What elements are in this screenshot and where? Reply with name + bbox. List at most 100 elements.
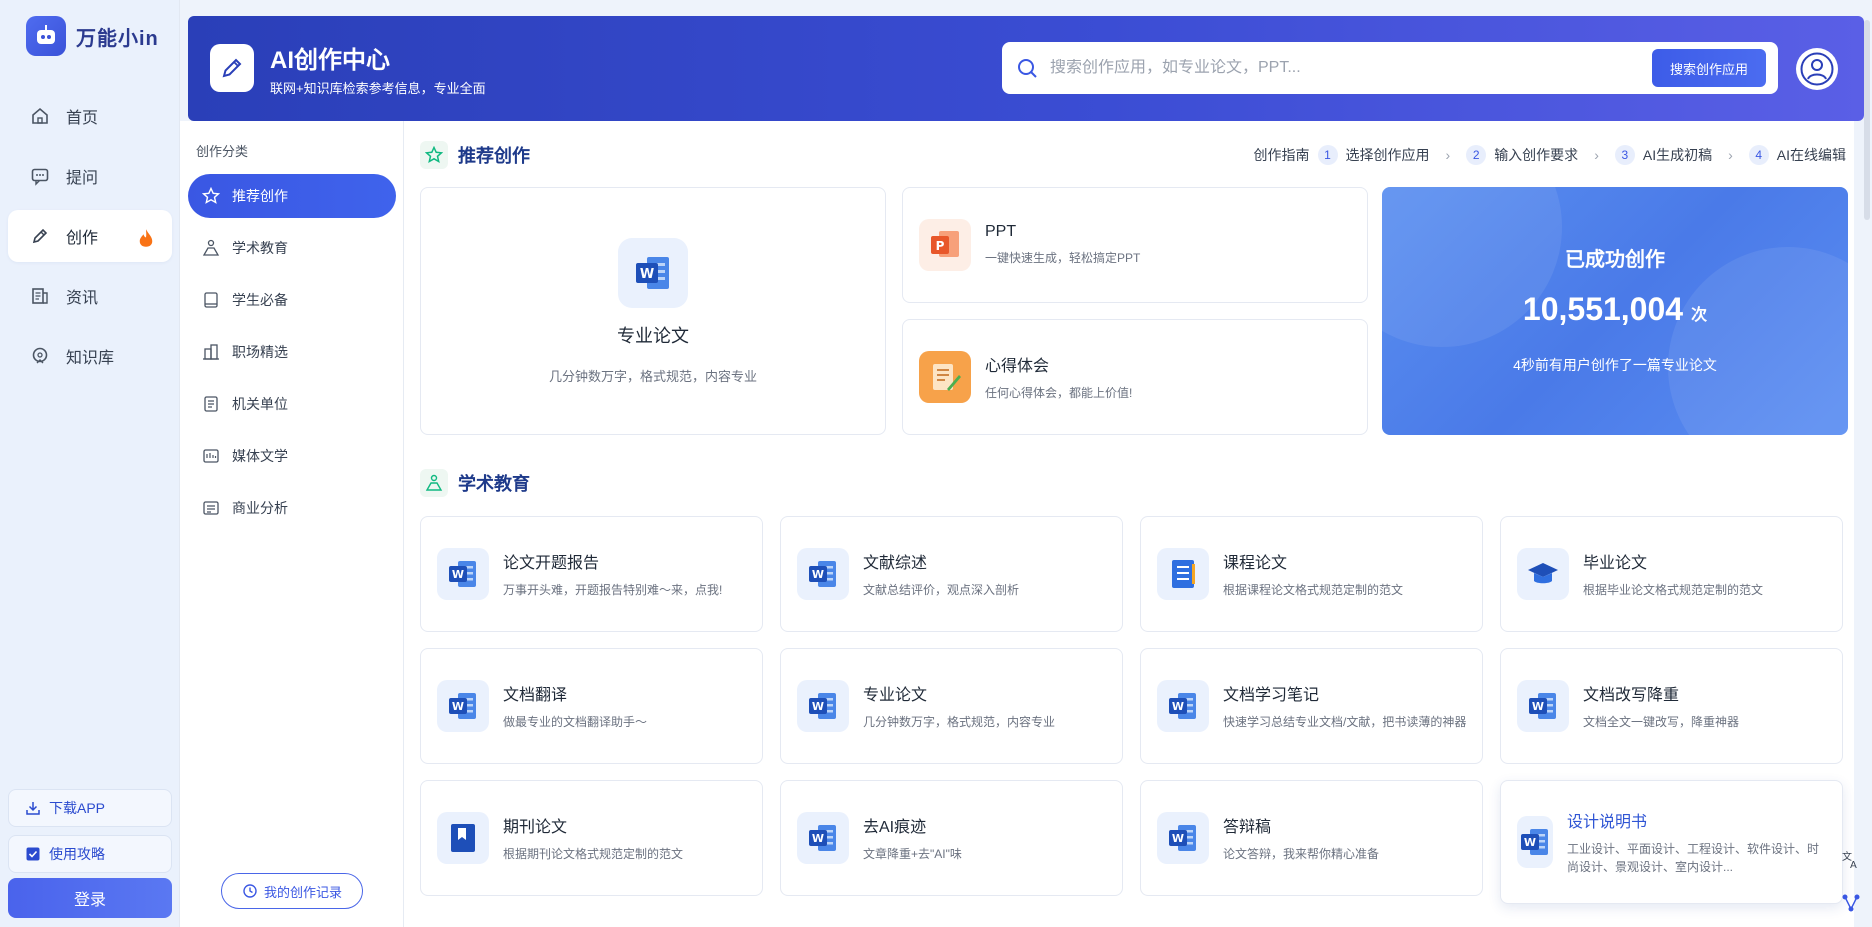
nav-item-create[interactable]: 创作 [8, 210, 172, 262]
app-sidebar: 万能小in 首页 提问 创作 资讯 知识库 下载APP 使用攻略 登录 [0, 0, 180, 927]
main-content: 推荐创作 创作指南 1 选择创作应用 › 2 输入创作要求 › 3 AI生成初稿… [404, 121, 1854, 927]
svg-text:W: W [1172, 832, 1184, 845]
nav-item-ask[interactable]: 提问 [8, 150, 172, 202]
app-name: 万能小in [76, 27, 159, 50]
pen-icon [32, 228, 48, 244]
card-desc: 根据毕业论文格式规范定制的范文 [1583, 583, 1764, 597]
step-number: 3 [1614, 145, 1635, 165]
academic-card[interactable]: W 文档改写降重 文档全文一键改写，降重神器 [1500, 648, 1843, 764]
nav-label: 资讯 [66, 290, 99, 307]
category-label: 推荐创作 [232, 188, 288, 204]
page-subtitle: 联网+知识库检索参考信息，专业全面 [270, 81, 486, 96]
business-icon [203, 501, 219, 515]
academic-card[interactable]: W 文档翻译做最专业的文档翻译助手～ [420, 648, 763, 764]
svg-text:P: P [936, 239, 945, 253]
chat-icon [31, 168, 49, 186]
academic-card[interactable]: 课程论文根据课程论文格式规范定制的范文 [1140, 516, 1483, 632]
stats-count-row: 10,551,004 次 [1382, 291, 1848, 328]
category-item-academic[interactable]: 学术教育 [188, 226, 396, 270]
building-icon [203, 344, 219, 360]
card-title: 毕业论文 [1583, 555, 1648, 572]
category-label: 学生必备 [232, 292, 288, 308]
academic-section-title: 学术教育 [458, 474, 530, 494]
step-label: 输入创作要求 [1494, 147, 1579, 163]
download-app-label: 下载APP [49, 800, 106, 816]
card-desc: 文档全文一键改写，降重神器 [1583, 715, 1740, 729]
category-item-media[interactable]: 媒体文学 [188, 434, 396, 478]
card-title: 课程论文 [1223, 555, 1288, 572]
my-history-button[interactable]: 我的创作记录 [221, 873, 363, 909]
svg-text:W: W [640, 267, 654, 282]
card-desc: 万事开头难，开题报告特别难～来，点我! [503, 583, 723, 597]
svg-text:A: A [1850, 860, 1857, 870]
academic-card[interactable]: 期刊论文 根据期刊论文格式规范定制的范文 [420, 780, 763, 896]
word-icon: W [1517, 680, 1569, 732]
academic-card[interactable]: W 答辩稿论文答辩，我来帮你精心准备 [1140, 780, 1483, 896]
step-number: 1 [1317, 145, 1338, 165]
document-icon [204, 396, 218, 412]
header-banner: AI创作中心 联网+知识库检索参考信息，专业全面 搜索创作应用 [188, 16, 1864, 121]
word-icon: W [797, 548, 849, 600]
usage-guide-button[interactable]: 使用攻略 [8, 835, 172, 873]
page-scrollbar[interactable] [1864, 20, 1870, 220]
category-item-workplace[interactable]: 职场精选 [188, 330, 396, 374]
search-input[interactable] [1050, 59, 1652, 77]
category-panel: 创作分类 推荐创作 学术教育 学生必备 职场精选 机关单位 媒体文学 商业分析 [180, 121, 404, 927]
category-item-government[interactable]: 机关单位 [188, 382, 396, 426]
nav-item-home[interactable]: 首页 [8, 90, 172, 142]
search-icon [1018, 59, 1037, 78]
usage-guide-label: 使用攻略 [49, 846, 105, 862]
word-icon: W [797, 680, 849, 732]
app-logo[interactable]: 万能小in [26, 16, 159, 56]
card-title: 文档翻译 [503, 687, 568, 704]
network-icon[interactable] [1836, 888, 1866, 918]
knowledge-icon [32, 347, 48, 364]
word-icon: W [797, 812, 849, 864]
chevron-right-icon: › [1594, 147, 1599, 163]
card-desc: 做最专业的文档翻译助手～ [503, 715, 648, 729]
my-history-label: 我的创作记录 [263, 884, 342, 900]
professional-paper-card[interactable]: W 专业论文 几分钟数万字，格式规范，内容专业 [420, 187, 886, 435]
checkbox-icon [26, 847, 40, 861]
search-button[interactable]: 搜索创作应用 [1652, 49, 1766, 87]
list-icon [1157, 548, 1209, 600]
xinde-card[interactable]: 心得体会 任何心得体会，都能上价值! [902, 319, 1368, 435]
card-title: 论文开题报告 [503, 555, 600, 572]
download-app-button[interactable]: 下载APP [8, 789, 172, 827]
card-title: 期刊论文 [503, 819, 568, 836]
card-title: 答辩稿 [1223, 819, 1272, 836]
translate-icon[interactable]: 文A [1836, 844, 1866, 874]
academic-section-head: 学术教育 [420, 469, 530, 497]
card-desc: 根据课程论文格式规范定制的范文 [1223, 583, 1404, 597]
card-desc: 任何心得体会，都能上价值! [985, 386, 1133, 400]
step-label: AI生成初稿 [1642, 147, 1713, 163]
avatar[interactable] [1796, 48, 1838, 90]
star-icon [202, 187, 220, 204]
nav-item-news[interactable]: 资讯 [8, 270, 172, 322]
category-item-recommend[interactable]: 推荐创作 [188, 174, 396, 218]
card-desc: 论文答辩，我来帮你精心准备 [1223, 847, 1380, 861]
ppt-card[interactable]: P PPT 一键快速生成，轻松搞定PPT [902, 187, 1368, 303]
category-item-business[interactable]: 商业分析 [188, 486, 396, 530]
step-number: 2 [1466, 145, 1487, 165]
svg-text:W: W [812, 568, 824, 581]
ppt-icon: P [919, 219, 971, 271]
word-icon: W [437, 680, 489, 732]
nav-item-knowledge[interactable]: 知识库 [8, 330, 172, 382]
search-bar: 搜索创作应用 [1002, 42, 1778, 94]
academic-card[interactable]: 毕业论文根据毕业论文格式规范定制的范文 [1500, 516, 1843, 632]
login-button[interactable]: 登录 [8, 878, 172, 918]
category-item-student[interactable]: 学生必备 [188, 278, 396, 322]
academic-card[interactable]: W 设计说明书 工业设计、平面设计、工程设计、软件设计、时尚设计、景观设计、室内设计… [1500, 780, 1843, 904]
graduation-cap-icon [1517, 548, 1569, 600]
academic-card[interactable]: W 文档学习笔记 快速学习总结专业文档/文献，把书读薄的神器 [1140, 648, 1483, 764]
academic-card[interactable]: W 去AI痕迹 文章降重+去"AI"味 [780, 780, 1123, 896]
card-title: 心得体会 [985, 358, 1050, 375]
academic-card[interactable]: W 专业论文 几分钟数万字，格式规范，内容专业 [780, 648, 1123, 764]
academic-card[interactable]: W 论文开题报告 万事开头难，开题报告特别难～来，点我! [420, 516, 763, 632]
nav-label: 首页 [66, 110, 99, 127]
download-icon [26, 802, 40, 815]
academic-icon [202, 239, 220, 256]
academic-card[interactable]: W 文献综述 文献总结评价，观点深入剖析 [780, 516, 1123, 632]
svg-text:W: W [452, 700, 464, 713]
